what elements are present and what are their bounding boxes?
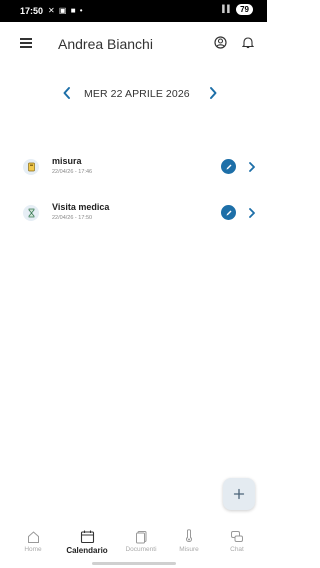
event-datetime: 22/04/26 - 17:46 xyxy=(52,169,93,175)
edit-pencil-icon[interactable] xyxy=(221,159,236,174)
chat-icon xyxy=(231,531,243,542)
page-title: Andrea Bianchi xyxy=(58,36,153,52)
nav-label: Misure xyxy=(179,546,199,553)
event-title: Visita medica xyxy=(52,202,110,212)
thermometer-icon xyxy=(186,529,192,543)
hourglass-icon xyxy=(23,205,39,221)
event-item[interactable]: Visita medica 22/04/26 - 17:50 xyxy=(0,197,267,231)
documents-icon xyxy=(135,531,146,544)
status-bar: 17:50 ✕ ▣ ■ • ▌▌ 79 xyxy=(0,0,267,22)
nav-label: Home xyxy=(24,546,42,553)
add-event-button[interactable] xyxy=(223,478,255,510)
plus-icon xyxy=(233,488,245,500)
next-day-chevron-icon[interactable] xyxy=(208,86,218,105)
menu-icon[interactable] xyxy=(20,38,32,48)
home-icon xyxy=(27,531,39,543)
signal-icon: ▌▌ xyxy=(222,6,233,13)
current-date: MER 22 APRILE 2026 xyxy=(84,88,190,100)
event-title: misura xyxy=(52,156,82,166)
nav-label: Documenti xyxy=(125,546,157,553)
app-bar: Andrea Bianchi xyxy=(0,22,267,66)
nav-label: Chat xyxy=(230,546,244,553)
event-item[interactable]: misura 22/04/26 - 17:46 xyxy=(0,151,267,185)
calendar-icon xyxy=(80,530,94,544)
bell-icon[interactable] xyxy=(241,36,255,54)
nav-chat[interactable]: Chat xyxy=(212,522,262,553)
chevron-right-icon[interactable] xyxy=(248,160,256,178)
chevron-right-icon[interactable] xyxy=(248,206,256,224)
edit-pencil-icon[interactable] xyxy=(221,205,236,220)
measure-icon xyxy=(23,159,39,175)
bottom-navigation: Home Calendario Documenti Misure Chat xyxy=(0,522,267,562)
date-navigator: MER 22 APRILE 2026 xyxy=(0,84,267,104)
nav-misure[interactable]: Misure xyxy=(164,522,214,553)
nav-documenti[interactable]: Documenti xyxy=(116,522,166,553)
home-indicator xyxy=(92,562,176,565)
notification-icons: ✕ ▣ ■ • xyxy=(48,6,84,15)
status-time: 17:50 xyxy=(20,6,44,16)
user-icon[interactable] xyxy=(214,36,227,54)
nav-calendario[interactable]: Calendario xyxy=(62,522,112,555)
previous-day-chevron-icon[interactable] xyxy=(62,86,72,105)
nav-home[interactable]: Home xyxy=(8,522,58,553)
status-right: ▌▌ 79 xyxy=(222,4,253,15)
battery-indicator: 79 xyxy=(236,4,253,15)
nav-label: Calendario xyxy=(66,546,108,555)
event-datetime: 22/04/26 - 17:50 xyxy=(52,215,93,221)
